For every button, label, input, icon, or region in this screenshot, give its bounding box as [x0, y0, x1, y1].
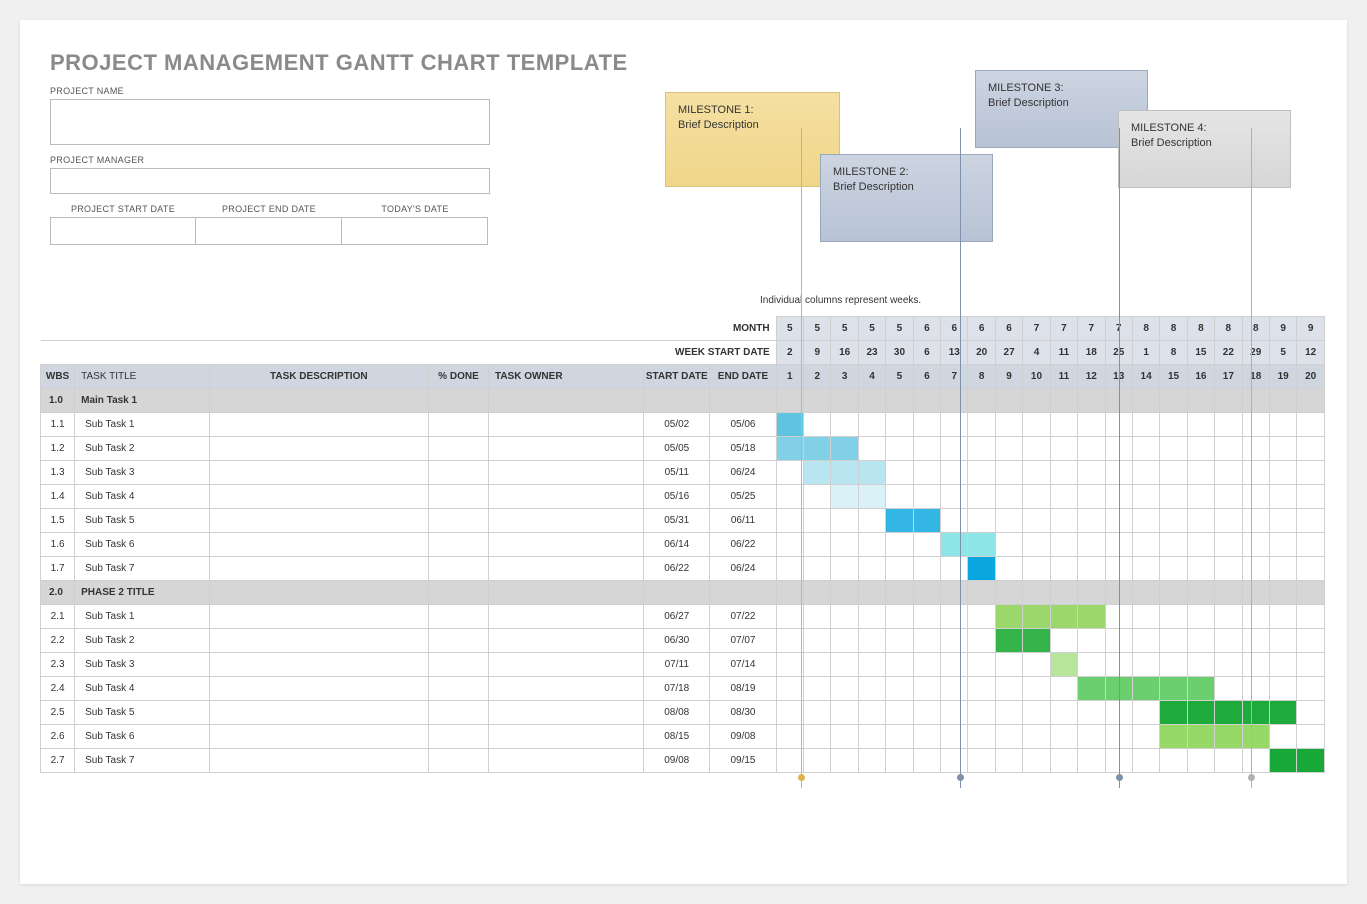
dates-row: PROJECT START DATE PROJECT END DATE TODA… [50, 204, 510, 245]
task-row: 2.1Sub Task 106/2707/22 [41, 605, 1325, 629]
gantt-bar-cell [1078, 605, 1105, 629]
gantt-bar-cell [1215, 725, 1242, 749]
task-row: 1.1Sub Task 105/0205/06 [41, 413, 1325, 437]
milestone-connector [1251, 128, 1252, 788]
gantt-table: MONTH55555666677778888899WEEK START DATE… [40, 316, 1325, 773]
top-row: PROJECT NAME PROJECT MANAGER PROJECT STA… [50, 86, 1317, 286]
task-row: 1.5Sub Task 505/3106/11 [41, 509, 1325, 533]
milestone-title: MILESTONE 2: [833, 165, 980, 180]
task-row: 2.7Sub Task 709/0809/15 [41, 749, 1325, 773]
gantt-bar-cell [804, 461, 831, 485]
gantt-bar-cell [1269, 749, 1296, 773]
gantt-bar-cell [831, 485, 858, 509]
milestone-desc: Brief Description [678, 118, 827, 133]
meta-panel: PROJECT NAME PROJECT MANAGER PROJECT STA… [50, 86, 510, 286]
project-name-label: PROJECT NAME [50, 86, 510, 96]
milestone-connector [960, 128, 961, 788]
task-row: 1.4Sub Task 405/1605/25 [41, 485, 1325, 509]
milestone-connector [801, 128, 802, 788]
gantt-bar-cell [1269, 701, 1296, 725]
milestone-dot-icon [1116, 774, 1123, 781]
milestone-title: MILESTONE 3: [988, 81, 1135, 96]
task-row: 1.7Sub Task 706/2206/24 [41, 557, 1325, 581]
page: PROJECT MANAGEMENT GANTT CHART TEMPLATE … [20, 20, 1347, 884]
today-date-input[interactable] [342, 217, 488, 245]
task-row: 2.4Sub Task 407/1808/19 [41, 677, 1325, 701]
gantt-bar-cell [831, 437, 858, 461]
phase-row: 1.0Main Task 1 [41, 389, 1325, 413]
milestone-dot-icon [798, 774, 805, 781]
gantt-bar-cell [995, 629, 1022, 653]
gantt-bar-cell [1050, 605, 1077, 629]
gantt-bar-cell [831, 461, 858, 485]
gantt-bar-cell [1297, 749, 1325, 773]
task-row: 2.3Sub Task 307/1107/14 [41, 653, 1325, 677]
end-date-label: PROJECT END DATE [196, 204, 342, 214]
project-name-input[interactable] [50, 99, 490, 145]
gantt-bar-cell [1242, 701, 1269, 725]
gantt-bar-cell [1187, 701, 1214, 725]
gantt-bar-cell [858, 461, 885, 485]
milestone-desc: Brief Description [988, 96, 1135, 111]
end-date-input[interactable] [196, 217, 342, 245]
gantt-bar-cell [1160, 725, 1187, 749]
gantt-bar-cell [1132, 677, 1159, 701]
gantt-bar-cell [886, 509, 913, 533]
gantt-grid: MONTH55555666677778888899WEEK START DATE… [40, 316, 1325, 773]
task-row: 2.6Sub Task 608/1509/08 [41, 725, 1325, 749]
gantt-bar-cell [1160, 677, 1187, 701]
gantt-bar-cell [941, 533, 968, 557]
gantt-bar-cell [1050, 653, 1077, 677]
gantt-bar-cell [968, 557, 995, 581]
project-manager-input[interactable] [50, 168, 490, 194]
gantt-bar-cell [1023, 629, 1050, 653]
gantt-bar-cell [776, 437, 803, 461]
start-date-label: PROJECT START DATE [50, 204, 196, 214]
task-row: 2.5Sub Task 508/0808/30 [41, 701, 1325, 725]
gantt-bar-cell [1023, 605, 1050, 629]
today-date-label: TODAY'S DATE [342, 204, 488, 214]
gantt-bar-cell [1187, 725, 1214, 749]
milestone-dot-icon [957, 774, 964, 781]
month-label: MONTH [41, 317, 777, 341]
milestone-2[interactable]: MILESTONE 2: Brief Description [820, 154, 993, 242]
milestone-dot-icon [1248, 774, 1255, 781]
milestone-desc: Brief Description [833, 180, 980, 195]
week-start-row: WEEK START DATE2916233061320274111825181… [41, 341, 1325, 365]
weeks-note: Individual columns represent weeks. [760, 295, 921, 306]
month-row: MONTH55555666677778888899 [41, 317, 1325, 341]
task-row: 1.2Sub Task 205/0505/18 [41, 437, 1325, 461]
gantt-bar-cell [1215, 701, 1242, 725]
milestone-1[interactable]: MILESTONE 1: Brief Description [665, 92, 840, 187]
milestone-connector [1119, 128, 1120, 788]
gantt-bar-cell [913, 509, 940, 533]
project-manager-label: PROJECT MANAGER [50, 155, 510, 165]
milestones-area: MILESTONE 1: Brief Description MILESTONE… [665, 86, 1345, 276]
phase-row: 2.0PHASE 2 TITLE [41, 581, 1325, 605]
milestone-desc: Brief Description [1131, 136, 1278, 151]
gantt-bar-cell [995, 605, 1022, 629]
gantt-bar-cell [968, 533, 995, 557]
start-date-input[interactable] [50, 217, 196, 245]
week-start-label: WEEK START DATE [41, 341, 777, 365]
task-row: 1.6Sub Task 606/1406/22 [41, 533, 1325, 557]
gantt-bar-cell [776, 413, 803, 437]
gantt-bar-cell [804, 437, 831, 461]
gantt-bar-cell [1187, 677, 1214, 701]
gantt-bar-cell [1242, 725, 1269, 749]
milestone-title: MILESTONE 4: [1131, 121, 1278, 136]
task-row: 2.2Sub Task 206/3007/07 [41, 629, 1325, 653]
milestone-title: MILESTONE 1: [678, 103, 827, 118]
column-header-row: WBSTASK TITLETASK DESCRIPTION% DONETASK … [41, 365, 1325, 389]
task-row: 1.3Sub Task 305/1106/24 [41, 461, 1325, 485]
milestone-4[interactable]: MILESTONE 4: Brief Description [1118, 110, 1291, 188]
gantt-bar-cell [1078, 677, 1105, 701]
gantt-bar-cell [1160, 701, 1187, 725]
gantt-bar-cell [858, 485, 885, 509]
